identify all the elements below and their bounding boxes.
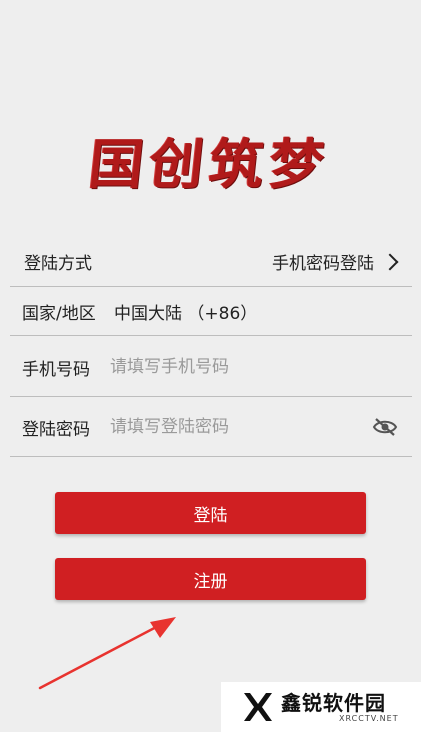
watermark-title: 鑫锐软件园 xyxy=(281,690,386,715)
login-method-label: 登陆方式 xyxy=(24,254,92,274)
eye-slash-icon-graphic xyxy=(372,418,398,436)
password-input[interactable] xyxy=(110,417,340,437)
phone-label: 手机号码 xyxy=(22,359,90,380)
divider xyxy=(10,456,412,457)
divider xyxy=(10,396,412,397)
phone-input[interactable] xyxy=(110,357,340,377)
register-button[interactable]: 注册 xyxy=(55,558,366,600)
app-logo: 国创筑梦 xyxy=(86,131,333,196)
region-row[interactable]: 国家/地区 中国大陆 （+86） xyxy=(10,287,412,336)
chevron-right-icon xyxy=(381,253,399,270)
login-method-selector[interactable]: 手机密码登陆 xyxy=(272,249,412,274)
watermark: 鑫锐软件园 XRCCTV.NET xyxy=(221,682,421,732)
x-logo-icon xyxy=(244,693,272,721)
login-screen: 国创筑梦 登陆方式 手机密码登陆 国家/地区 中国大陆 （+86） 手机号码 登… xyxy=(0,0,421,732)
region-value[interactable]: 中国大陆 （+86） xyxy=(114,299,257,324)
login-button[interactable]: 登陆 xyxy=(55,492,366,534)
arrow-annotation-icon xyxy=(38,617,176,690)
login-method-value: 手机密码登陆 xyxy=(272,254,374,274)
divider xyxy=(10,335,412,336)
login-method-row[interactable]: 登陆方式 手机密码登陆 xyxy=(10,237,412,286)
region-label: 国家/地区 xyxy=(22,304,96,324)
password-label: 登陆密码 xyxy=(22,419,90,440)
eye-slash-icon[interactable] xyxy=(372,418,398,436)
password-row: 登陆密码 xyxy=(10,398,412,456)
phone-row: 手机号码 xyxy=(10,337,412,397)
watermark-subtitle: XRCCTV.NET xyxy=(339,713,399,723)
